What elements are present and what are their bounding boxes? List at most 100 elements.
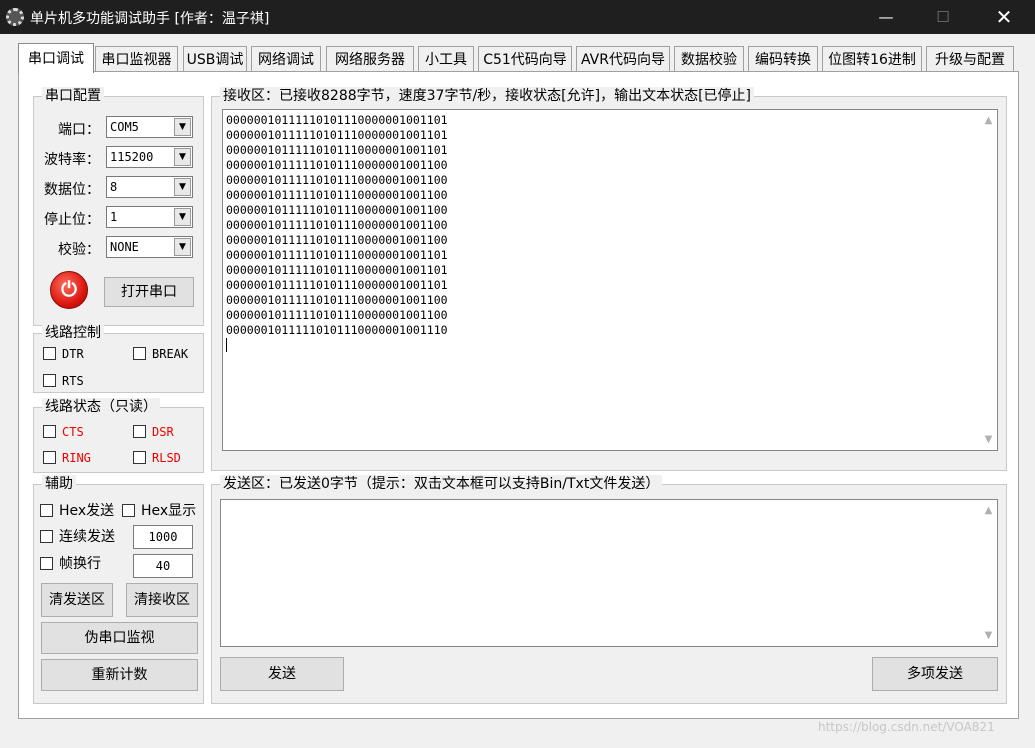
tab-c51-wizard[interactable]: C51代码向导 bbox=[478, 46, 572, 72]
tab-avr-wizard[interactable]: AVR代码向导 bbox=[576, 46, 670, 72]
tab-data-check[interactable]: 数据校验 bbox=[674, 46, 744, 72]
open-port-button[interactable]: 打开串口 bbox=[104, 277, 194, 307]
receive-line: 00000010111110101110000001001100 bbox=[226, 218, 448, 232]
hex-send-checkbox[interactable]: Hex发送 bbox=[40, 504, 114, 518]
maximize-button[interactable]: ☐ bbox=[920, 0, 966, 34]
ring-checkbox: RING bbox=[43, 451, 91, 465]
receive-scrollbar[interactable]: ▲ ▼ bbox=[980, 110, 997, 450]
cts-label: CTS bbox=[62, 425, 84, 439]
chevron-down-icon[interactable]: ▼ bbox=[174, 118, 191, 136]
port-select[interactable]: COM5 ▼ bbox=[106, 116, 193, 138]
checkbox-box[interactable] bbox=[43, 347, 56, 360]
send-group: 发送区：已发送0字节（提示：双击文本框可以支持Bin/Txt文件发送） ▲ ▼ … bbox=[211, 475, 1007, 704]
app-gear-icon bbox=[6, 8, 24, 26]
parity-value: NONE bbox=[110, 240, 139, 254]
tab-network-server[interactable]: 网络服务器 bbox=[326, 46, 414, 72]
line-status-group: 线路状态（只读） CTS DSR RING RLSD bbox=[33, 398, 204, 473]
continuous-send-label: 连续发送 bbox=[59, 529, 115, 545]
close-button[interactable]: ✕ bbox=[981, 0, 1027, 34]
cts-checkbox: CTS bbox=[43, 425, 84, 439]
parity-label: 校验： bbox=[58, 242, 100, 258]
baud-select[interactable]: 115200 ▼ bbox=[106, 146, 193, 168]
receive-line: 00000010111110101110000001001100 bbox=[226, 158, 448, 172]
clear-recv-button[interactable]: 清接收区 bbox=[126, 583, 198, 617]
tab-encoding-convert[interactable]: 编码转换 bbox=[748, 46, 818, 72]
checkbox-box[interactable] bbox=[40, 530, 53, 543]
hex-send-label: Hex发送 bbox=[59, 503, 115, 519]
receive-line: 00000010111110101110000001001101 bbox=[226, 278, 448, 292]
dtr-checkbox[interactable]: DTR bbox=[43, 347, 84, 361]
continuous-send-checkbox[interactable]: 连续发送 bbox=[40, 530, 115, 544]
hex-display-label: Hex显示 bbox=[141, 503, 197, 519]
frame-length-input[interactable]: 40 bbox=[133, 554, 193, 578]
break-checkbox[interactable]: BREAK bbox=[133, 347, 188, 361]
tab-serial-monitor[interactable]: 串口监视器 bbox=[95, 46, 178, 72]
tab-upgrade-config[interactable]: 升级与配置 bbox=[926, 46, 1014, 72]
serial-config-group: 串口配置 端口： COM5 ▼ 波特率： 115200 ▼ 数据位： 8 ▼ 停止位：… bbox=[33, 87, 204, 326]
ring-label: RING bbox=[62, 451, 91, 465]
stopbits-label: 停止位： bbox=[44, 212, 100, 228]
hex-display-checkbox[interactable]: Hex显示 bbox=[122, 504, 196, 518]
databits-select[interactable]: 8 ▼ bbox=[106, 176, 193, 198]
frame-newline-checkbox[interactable]: 帧换行 bbox=[40, 557, 101, 571]
multi-send-button[interactable]: 多项发送 bbox=[872, 657, 998, 691]
continuous-interval-input[interactable]: 1000 bbox=[133, 525, 193, 549]
stopbits-select[interactable]: 1 ▼ bbox=[106, 206, 193, 228]
receive-line: 00000010111110101110000001001100 bbox=[226, 233, 448, 247]
break-label: BREAK bbox=[152, 347, 189, 361]
pseudo-serial-monitor-button[interactable]: 伪串口监视 bbox=[41, 622, 198, 654]
receive-line: 00000010111110101110000001001100 bbox=[226, 308, 448, 322]
port-value: COM5 bbox=[110, 120, 139, 134]
power-icon[interactable]: ⏻ bbox=[50, 271, 88, 309]
chevron-down-icon[interactable]: ▼ bbox=[174, 208, 191, 226]
chevron-down-icon[interactable]: ▼ bbox=[174, 238, 191, 256]
chevron-down-icon[interactable]: ▼ bbox=[174, 148, 191, 166]
receive-line: 00000010111110101110000001001101 bbox=[226, 128, 448, 142]
checkbox-box[interactable] bbox=[133, 347, 146, 360]
parity-select[interactable]: NONE ▼ bbox=[106, 236, 193, 258]
scroll-up-icon[interactable]: ▲ bbox=[980, 502, 997, 519]
rts-checkbox[interactable]: RTS bbox=[43, 374, 84, 388]
clear-send-button[interactable]: 清发送区 bbox=[41, 583, 113, 617]
line-status-title: 线路状态（只读） bbox=[42, 398, 160, 416]
send-status-title: 发送区：已发送0字节（提示：双击文本框可以支持Bin/Txt文件发送） bbox=[220, 475, 663, 493]
scroll-down-icon[interactable]: ▼ bbox=[980, 627, 997, 644]
text-caret bbox=[226, 338, 227, 352]
rts-label: RTS bbox=[62, 374, 84, 388]
tab-usb-debug[interactable]: USB调试 bbox=[183, 46, 247, 72]
tab-bitmap-to-hex[interactable]: 位图转16进制 bbox=[822, 46, 922, 72]
checkbox-box bbox=[43, 451, 56, 464]
window-title: 单片机多功能调试助手 [作者：温子祺] bbox=[30, 11, 270, 27]
checkbox-box bbox=[43, 425, 56, 438]
tab-small-tools[interactable]: 小工具 bbox=[418, 46, 474, 72]
receive-line: 00000010111110101110000001001100 bbox=[226, 188, 448, 202]
checkbox-box[interactable] bbox=[43, 374, 56, 387]
receive-line: 00000010111110101110000001001101 bbox=[226, 263, 448, 277]
dsr-label: DSR bbox=[152, 425, 174, 439]
tab-serial-debug[interactable]: 串口调试 bbox=[18, 43, 94, 73]
receive-line: 00000010111110101110000001001100 bbox=[226, 203, 448, 217]
checkbox-box[interactable] bbox=[40, 504, 53, 517]
baud-value: 115200 bbox=[110, 150, 154, 164]
dsr-checkbox: DSR bbox=[133, 425, 174, 439]
checkbox-box bbox=[133, 451, 146, 464]
scroll-down-icon[interactable]: ▼ bbox=[980, 431, 997, 448]
send-button[interactable]: 发送 bbox=[220, 657, 344, 691]
receive-textarea[interactable]: 00000010111110101110000001001101 00000010… bbox=[222, 109, 998, 451]
checkbox-box[interactable] bbox=[122, 504, 135, 517]
send-scrollbar[interactable]: ▲ ▼ bbox=[980, 500, 997, 646]
receive-line: 00000010111110101110000001001100 bbox=[226, 173, 448, 187]
scroll-up-icon[interactable]: ▲ bbox=[980, 112, 997, 129]
receive-line: 00000010111110101110000001001100 bbox=[226, 293, 448, 307]
stopbits-value: 1 bbox=[110, 210, 118, 224]
receive-content: 00000010111110101110000001001101 00000010… bbox=[226, 113, 448, 338]
minimize-button[interactable]: — bbox=[863, 0, 909, 34]
chevron-down-icon[interactable]: ▼ bbox=[174, 178, 191, 196]
recount-button[interactable]: 重新计数 bbox=[41, 659, 198, 691]
serial-config-title: 串口配置 bbox=[42, 87, 104, 105]
send-textarea[interactable]: ▲ ▼ bbox=[220, 499, 998, 647]
checkbox-box[interactable] bbox=[40, 557, 53, 570]
baud-label: 波特率： bbox=[44, 152, 100, 168]
receive-line: 00000010111110101110000001001101 bbox=[226, 113, 448, 127]
tab-network-debug[interactable]: 网络调试 bbox=[251, 46, 321, 72]
